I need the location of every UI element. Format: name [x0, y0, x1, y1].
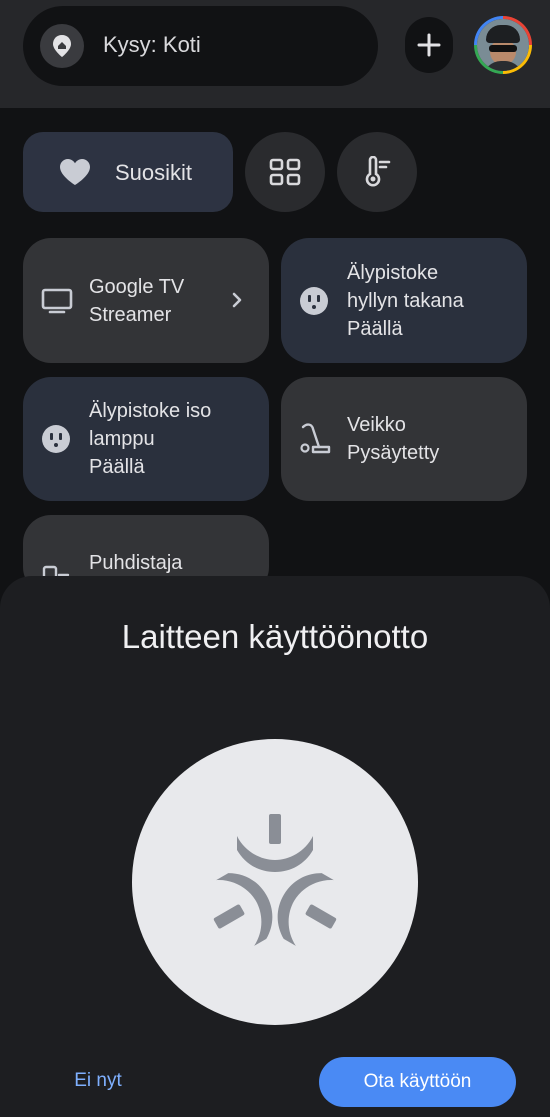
tile-google-tv-streamer[interactable]: Google TV Streamer	[23, 238, 269, 363]
grid-icon	[269, 158, 301, 186]
all-devices-chip[interactable]	[245, 132, 325, 212]
matter-logo-circle	[132, 739, 418, 1025]
tv-icon	[41, 288, 73, 314]
outlet-icon	[300, 287, 328, 315]
tile-label: Veikko Pysäytetty	[347, 414, 440, 464]
vacuum-icon	[300, 423, 331, 454]
tile-label: Älypistoke hyllyn takana Päällä	[347, 262, 464, 340]
search-label: Kysy: Koti	[103, 32, 201, 57]
favorites-label: Suosikit	[115, 160, 193, 185]
home-pin-icon	[40, 24, 84, 68]
outlet-icon	[42, 425, 70, 453]
climate-chip[interactable]	[337, 132, 417, 212]
plus-icon	[417, 33, 441, 57]
assistant-search-bar[interactable]: Kysy: Koti	[23, 6, 378, 86]
chevron-right-icon	[232, 292, 242, 308]
matter-icon	[213, 814, 337, 946]
device-setup-sheet: Laitteen käyttöönotto Ei nyt Ota käyttöö…	[0, 576, 550, 1117]
top-bar: Kysy: Koti	[0, 0, 550, 108]
tile-vacuum-veikko[interactable]: Veikko Pysäytetty	[281, 377, 527, 501]
tile-smart-plug-shelf[interactable]: Älypistoke hyllyn takana Päällä	[281, 238, 527, 363]
tile-label: Älypistoke iso lamppu Päällä	[89, 400, 212, 478]
tile-label: Puhdistaja	[89, 552, 183, 574]
tile-smart-plug-lamp[interactable]: Älypistoke iso lamppu Päällä	[23, 377, 269, 501]
tile-label: Google TV Streamer	[89, 276, 185, 326]
add-button[interactable]	[405, 17, 453, 73]
heart-icon	[60, 159, 90, 185]
thermometer-icon	[365, 156, 391, 187]
sheet-title: Laitteen käyttöönotto	[121, 618, 429, 655]
favorites-chip[interactable]: Suosikit	[23, 132, 233, 212]
account-avatar[interactable]	[474, 16, 532, 74]
not-now-button[interactable]: Ei nyt	[46, 1056, 150, 1106]
enable-button[interactable]: Ota käyttöön	[319, 1057, 516, 1107]
